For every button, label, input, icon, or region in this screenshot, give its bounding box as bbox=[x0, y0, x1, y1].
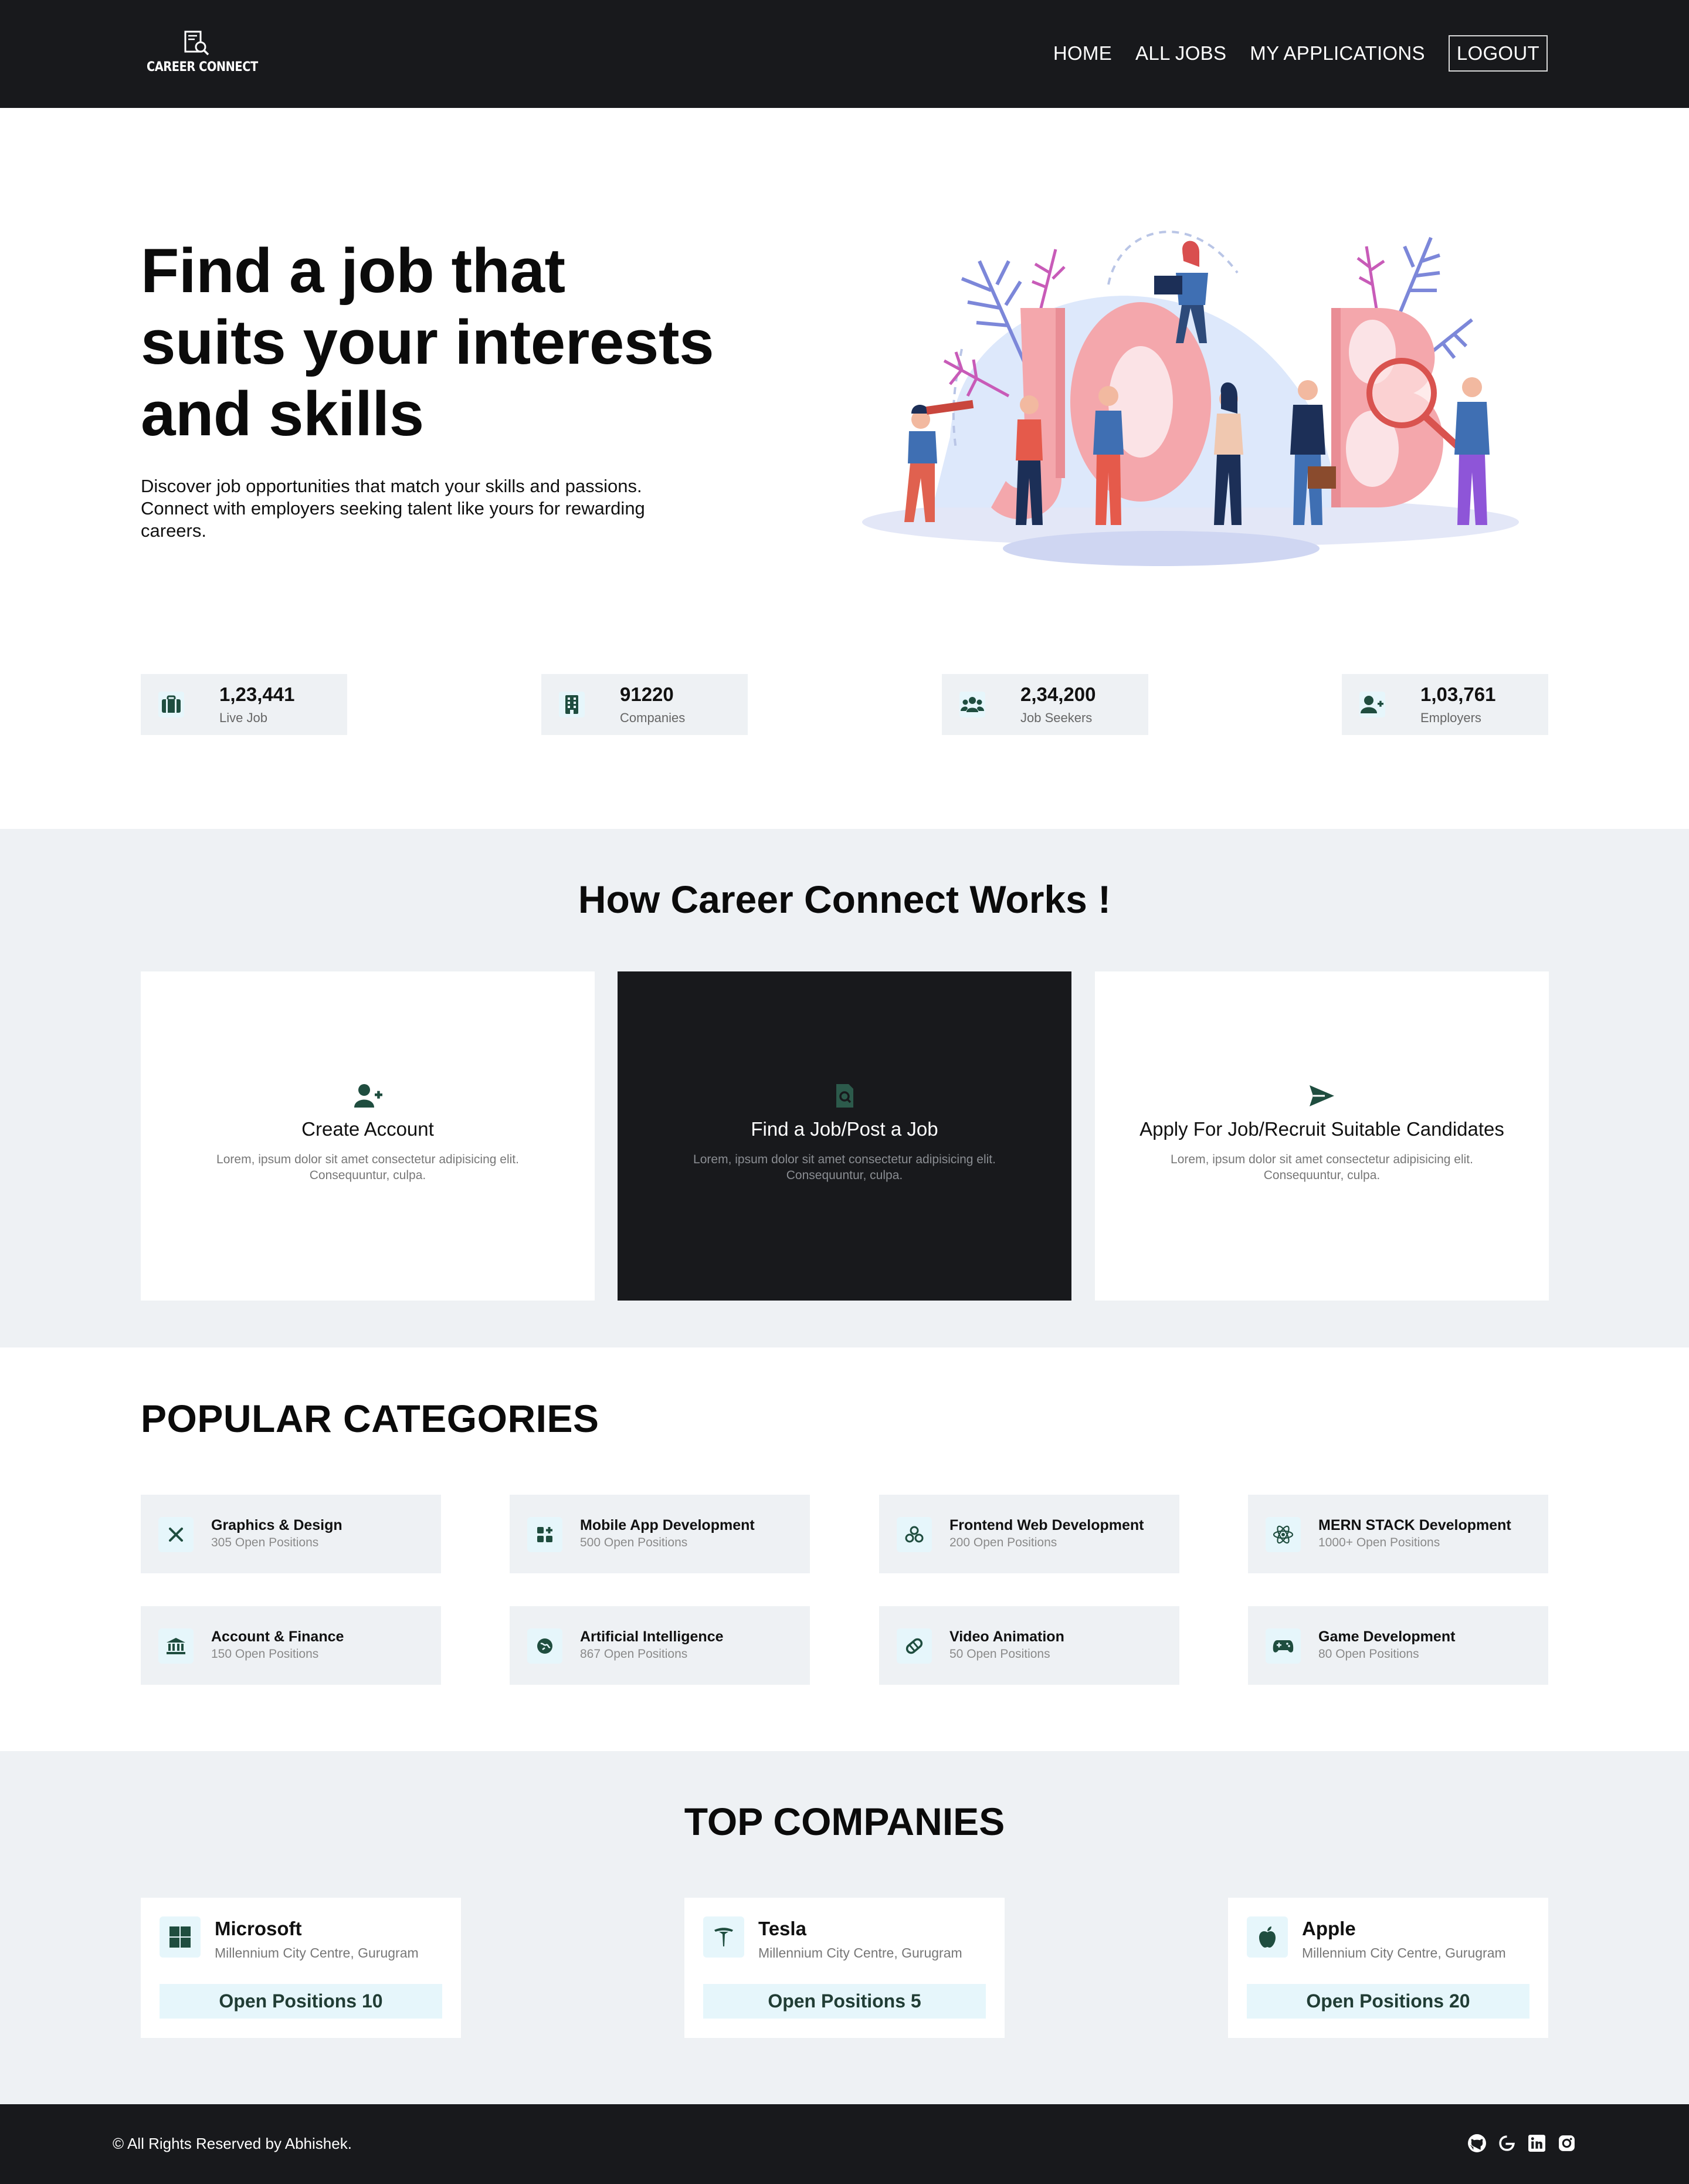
step-title: Find a Job/Post a Job bbox=[751, 1118, 938, 1140]
logout-button[interactable]: LOGOUT bbox=[1448, 35, 1548, 72]
company-location: Millennium City Centre, Gurugram bbox=[215, 1945, 419, 1960]
user-plus-icon bbox=[1359, 692, 1385, 717]
stat-value: 2,34,200 bbox=[1020, 683, 1096, 705]
gamepad-icon bbox=[1266, 1628, 1301, 1664]
step-card-find-job: Find a Job/Post a Job Lorem, ipsum dolor… bbox=[618, 971, 1071, 1301]
category-name: Account & Finance bbox=[211, 1628, 344, 1645]
step-text: Lorem, ipsum dolor sit amet consectetur … bbox=[216, 1153, 519, 1182]
how-it-works-section: How Career Connect Works ! Create Accoun… bbox=[0, 829, 1689, 1347]
users-icon bbox=[959, 692, 985, 717]
stat-label: Companies bbox=[620, 710, 686, 725]
popular-categories-title: POPULAR CATEGORIES bbox=[141, 1397, 599, 1440]
category-card-game[interactable]: Game Development 80 Open Positions bbox=[1248, 1606, 1548, 1685]
category-name: MERN STACK Development bbox=[1318, 1517, 1511, 1533]
nav-all-jobs[interactable]: ALL JOBS bbox=[1135, 42, 1226, 65]
footer: © All Rights Reserved by Abhishek. bbox=[0, 2104, 1689, 2184]
app-grid-icon bbox=[527, 1517, 562, 1552]
step-title: Create Account bbox=[301, 1118, 434, 1140]
category-name: Mobile App Development bbox=[580, 1517, 755, 1533]
apple-logo-icon bbox=[1247, 1916, 1288, 1958]
user-plus-icon bbox=[354, 1084, 382, 1108]
brand-logo[interactable]: CAREER CONNECT bbox=[147, 31, 258, 77]
brain-icon bbox=[527, 1628, 562, 1664]
building-icon bbox=[559, 692, 585, 717]
brand-name: CAREER CONNECT bbox=[147, 60, 258, 75]
copyright-text: © All Rights Reserved by Abhishek. bbox=[113, 2135, 352, 2152]
stat-label: Employers bbox=[1420, 710, 1481, 725]
company-card-tesla: Tesla Millennium City Centre, Gurugram O… bbox=[684, 1898, 1005, 2038]
category-card-mern[interactable]: MERN STACK Development 1000+ Open Positi… bbox=[1248, 1495, 1548, 1573]
bank-icon bbox=[158, 1628, 194, 1664]
stat-job-seekers: 2,34,200 Job Seekers bbox=[942, 674, 1148, 735]
company-card-apple: Apple Millennium City Centre, Gurugram O… bbox=[1228, 1898, 1548, 2038]
step-card-apply: Apply For Job/Recruit Suitable Candidate… bbox=[1095, 971, 1549, 1301]
category-card-graphics[interactable]: Graphics & Design 305 Open Positions bbox=[141, 1495, 441, 1573]
stat-label: Live Job bbox=[219, 710, 267, 725]
top-navbar: CAREER CONNECT HOME ALL JOBS MY APPLICAT… bbox=[0, 0, 1689, 108]
company-name: Tesla bbox=[758, 1918, 806, 1939]
briefcase-icon bbox=[158, 692, 184, 717]
company-name: Microsoft bbox=[215, 1918, 302, 1939]
category-count: 200 Open Positions bbox=[949, 1536, 1057, 1549]
category-count: 305 Open Positions bbox=[211, 1536, 319, 1549]
linkedin-icon[interactable] bbox=[1527, 2134, 1546, 2153]
stat-value: 91220 bbox=[620, 683, 674, 705]
category-card-finance[interactable]: Account & Finance 150 Open Positions bbox=[141, 1606, 441, 1685]
nav-links: HOME ALL JOBS MY APPLICATIONS LOGOUT bbox=[1053, 35, 1548, 72]
category-name: Frontend Web Development bbox=[949, 1517, 1144, 1533]
how-it-works-title: How Career Connect Works ! bbox=[578, 878, 1111, 921]
open-positions-button[interactable]: Open Positions 10 bbox=[160, 1984, 442, 2019]
microsoft-logo-icon bbox=[160, 1916, 201, 1958]
stat-employers: 1,03,761 Employers bbox=[1342, 674, 1548, 735]
send-icon bbox=[1310, 1085, 1334, 1106]
category-count: 500 Open Positions bbox=[580, 1536, 688, 1549]
geeksforgeeks-icon[interactable] bbox=[1497, 2134, 1517, 2153]
step-text: Lorem, ipsum dolor sit amet consectetur … bbox=[693, 1153, 996, 1182]
category-name: Video Animation bbox=[949, 1628, 1064, 1645]
category-count: 867 Open Positions bbox=[580, 1647, 688, 1661]
instagram-icon[interactable] bbox=[1557, 2134, 1576, 2153]
category-name: Game Development bbox=[1318, 1628, 1456, 1645]
film-reel-icon bbox=[897, 1628, 932, 1664]
category-count: 80 Open Positions bbox=[1318, 1647, 1419, 1661]
stat-label: Job Seekers bbox=[1020, 710, 1093, 725]
nav-my-applications[interactable]: MY APPLICATIONS bbox=[1250, 42, 1425, 65]
company-card-microsoft: Microsoft Millennium City Centre, Gurugr… bbox=[141, 1898, 461, 2038]
category-card-frontend[interactable]: Frontend Web Development 200 Open Positi… bbox=[879, 1495, 1179, 1573]
stat-live-jobs: 1,23,441 Live Job bbox=[141, 674, 347, 735]
tesla-logo-icon bbox=[703, 1916, 744, 1958]
stat-companies: 91220 Companies bbox=[541, 674, 748, 735]
stat-value: 1,23,441 bbox=[219, 683, 295, 705]
step-title: Apply For Job/Recruit Suitable Candidate… bbox=[1139, 1118, 1504, 1140]
top-companies-section: TOP COMPANIES Microsoft Millennium City … bbox=[0, 1751, 1689, 2104]
step-card-create-account: Create Account Lorem, ipsum dolor sit am… bbox=[141, 971, 595, 1301]
hero-job-illustration bbox=[862, 231, 1519, 566]
react-atom-icon bbox=[1266, 1517, 1301, 1552]
github-icon[interactable] bbox=[1467, 2134, 1487, 2153]
company-location: Millennium City Centre, Gurugram bbox=[1302, 1945, 1506, 1960]
category-card-ai[interactable]: Artificial Intelligence 867 Open Positio… bbox=[510, 1606, 810, 1685]
open-positions-button[interactable]: Open Positions 5 bbox=[703, 1984, 986, 2019]
file-search-icon bbox=[836, 1084, 853, 1108]
social-links bbox=[1467, 2134, 1576, 2153]
design-tools-icon bbox=[158, 1517, 194, 1552]
company-location: Millennium City Centre, Gurugram bbox=[758, 1945, 962, 1960]
category-name: Graphics & Design bbox=[211, 1517, 342, 1533]
top-companies-title: TOP COMPANIES bbox=[684, 1800, 1005, 1843]
web-link-icon bbox=[897, 1517, 932, 1552]
company-name: Apple bbox=[1302, 1918, 1356, 1939]
category-count: 150 Open Positions bbox=[211, 1647, 319, 1661]
open-positions-button[interactable]: Open Positions 20 bbox=[1247, 1984, 1529, 2019]
nav-home[interactable]: HOME bbox=[1053, 42, 1112, 65]
category-count: 1000+ Open Positions bbox=[1318, 1536, 1440, 1549]
category-count: 50 Open Positions bbox=[949, 1647, 1050, 1661]
stat-value: 1,03,761 bbox=[1420, 683, 1496, 705]
resume-magnifier-icon bbox=[184, 31, 209, 56]
category-card-mobile-app[interactable]: Mobile App Development 500 Open Position… bbox=[510, 1495, 810, 1573]
hero-description: Discover job opportunities that match yo… bbox=[141, 476, 645, 541]
category-name: Artificial Intelligence bbox=[580, 1628, 724, 1645]
step-text: Lorem, ipsum dolor sit amet consectetur … bbox=[1171, 1153, 1473, 1182]
category-card-video[interactable]: Video Animation 50 Open Positions bbox=[879, 1606, 1179, 1685]
hero-title: Find a job that suits your interests and… bbox=[141, 235, 714, 449]
